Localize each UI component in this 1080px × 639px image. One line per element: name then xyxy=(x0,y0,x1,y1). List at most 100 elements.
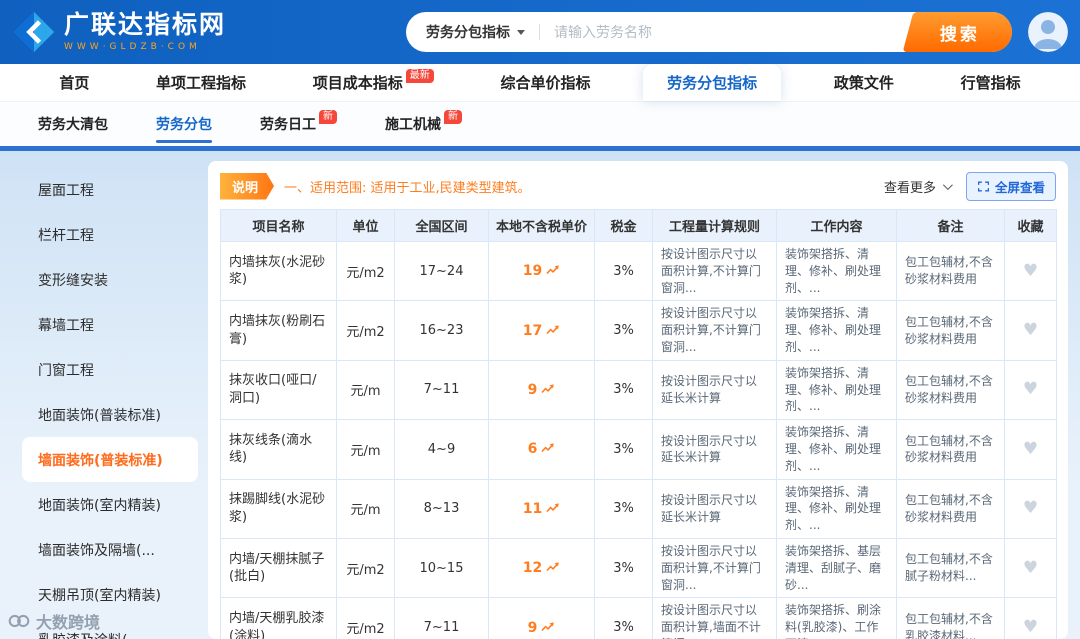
note-cell: 包工包辅材,不含乳胶漆材料... xyxy=(896,597,1005,639)
sidebar-item-2[interactable]: 变形缝安装 xyxy=(8,257,200,302)
sidebar-item-3[interactable]: 幕墙工程 xyxy=(8,302,200,347)
subnav-item-0[interactable]: 劳务大清包 xyxy=(38,102,108,146)
unit-cell: 元/m2 xyxy=(336,240,395,302)
favorite-heart-icon[interactable]: ♥ xyxy=(1023,320,1038,340)
search-bar: 劳务分包指标 搜索 xyxy=(406,12,1012,52)
subnav-item-label: 劳务分包 xyxy=(156,117,212,133)
note-cell: 包工包辅材,不含砂浆材料费用 xyxy=(896,478,1005,539)
notice-text: 一、适用范围: 适用于工业,民建类型建筑。 xyxy=(284,180,531,196)
favorite-heart-icon[interactable]: ♥ xyxy=(1023,558,1038,578)
subnav-item-label: 劳务大清包 xyxy=(38,117,108,133)
fullscreen-label: 全屏查看 xyxy=(994,180,1045,195)
column-header: 单位 xyxy=(336,209,395,242)
sidebar-item-10[interactable]: 乳胶漆及涂料(... xyxy=(8,617,200,639)
calc-rule-cell: 按设计图示尺寸以面积计算,不计算门窗洞... xyxy=(652,300,777,361)
logo-text: 广联达指标网 WWW·GLDZB·COM xyxy=(64,10,227,52)
index-table: 项目名称 单位 全国区间 本地不含税单价 税金 工程量计算规则 工作内容 备注 收藏 内墙抹灰(… xyxy=(220,209,1057,639)
table-row: 抹踢脚线(水泥砂浆) 元/m 8~13 11 3% 按设计图示尺寸以延长米计算 装饰架搭拆、… xyxy=(220,478,1057,539)
unit-cell: 元/m2 xyxy=(336,300,395,361)
work-content-cell: 装饰架搭拆、清理、修补、刷处理剂、... xyxy=(776,240,897,302)
column-header: 本地不含税单价 xyxy=(488,209,595,242)
new-badge: 新 xyxy=(319,110,337,124)
subnav-item-2[interactable]: 劳务日工新 xyxy=(260,102,337,146)
column-header: 工作内容 xyxy=(776,209,897,242)
favorite-heart-icon[interactable]: ♥ xyxy=(1023,498,1038,518)
calc-rule-cell: 按设计图示尺寸以面积计算,墙面不计算门... xyxy=(652,597,777,639)
logo-diamond-icon xyxy=(13,11,55,53)
project-name-cell: 抹灰收口(哑口/洞口) xyxy=(220,359,337,421)
view-more-link[interactable]: 查看更多 xyxy=(883,177,953,196)
favorite-cell: ♥ xyxy=(1004,240,1057,302)
nav-item-4[interactable]: 劳务分包指标 xyxy=(643,64,782,101)
fullscreen-button[interactable]: 全屏查看 xyxy=(965,171,1056,201)
tax-cell: 3% xyxy=(594,597,653,639)
table-row: 抹灰线条(滴水线) 元/m 4~9 6 3% 按设计图示尺寸以延长米计算 装饰架搭拆、清理、… xyxy=(220,419,1057,480)
sidebar-item-1[interactable]: 栏杆工程 xyxy=(8,212,200,257)
price-value: 9 xyxy=(527,619,538,636)
view-more-label: 查看更多 xyxy=(883,180,936,196)
work-content-cell: 装饰架搭拆、清理、修补、刷处理剂、... xyxy=(776,419,897,480)
table-header-row: 项目名称 单位 全国区间 本地不含税单价 税金 工程量计算规则 工作内容 备注 收藏 xyxy=(220,209,1057,242)
national-range-cell: 8~13 xyxy=(394,478,489,539)
national-range-cell: 10~15 xyxy=(394,537,489,599)
work-content-cell: 装饰架搭拆、刷涂料(乳胶漆)、工作面清... xyxy=(776,597,897,639)
local-price-cell: 17 xyxy=(488,300,595,361)
nav-item-5[interactable]: 政策文件 xyxy=(820,64,908,101)
subnav-item-3[interactable]: 施工机械新 xyxy=(385,102,462,146)
work-content-cell: 装饰架搭拆、清理、修补、刷处理剂、... xyxy=(776,359,897,421)
note-cell: 包工包辅材,不含砂浆材料费用 xyxy=(896,240,1005,302)
nav-item-label: 首页 xyxy=(59,74,90,92)
nav-item-label: 劳务分包指标 xyxy=(667,74,758,92)
nav-item-0[interactable]: 首页 xyxy=(45,64,103,101)
sidebar-item-4[interactable]: 门窗工程 xyxy=(8,347,200,392)
table-body: 内墙抹灰(水泥砂浆) 元/m2 17~24 19 3% 按设计图示尺寸以面积计算,不计算门… xyxy=(220,240,1057,639)
favorite-heart-icon[interactable]: ♥ xyxy=(1023,379,1038,399)
favorite-heart-icon[interactable]: ♥ xyxy=(1023,439,1038,459)
category-sidebar: 屋面工程 栏杆工程 变形缝安装 幕墙工程 门窗工程 地面装饰(普装标准) 墙面装饰(普装标准… xyxy=(8,161,200,639)
notice-row: 说明 一、适用范围: 适用于工业,民建类型建筑。 查看更多 全屏查看 xyxy=(220,171,1056,201)
column-header: 全国区间 xyxy=(394,209,489,242)
project-name-cell: 内墙/天棚抹腻子(批白) xyxy=(220,537,337,599)
site-title: 广联达指标网 xyxy=(64,10,227,40)
trend-up-icon xyxy=(541,384,555,394)
user-avatar[interactable] xyxy=(1028,12,1068,52)
nav-item-2[interactable]: 项目成本指标 最新 xyxy=(299,64,448,101)
tax-cell: 3% xyxy=(594,537,653,599)
favorite-heart-icon[interactable]: ♥ xyxy=(1023,617,1038,637)
new-badge: 新 xyxy=(444,110,462,124)
favorite-cell: ♥ xyxy=(1004,597,1057,639)
nav-item-label: 政策文件 xyxy=(833,74,894,92)
price-value: 6 xyxy=(527,441,538,458)
work-content-cell: 装饰架搭拆、清理、修补、刷处理剂、... xyxy=(776,478,897,539)
sidebar-item-7[interactable]: 地面装饰(室内精装) xyxy=(8,482,200,527)
sidebar-item-6[interactable]: 墙面装饰(普装标准) xyxy=(22,437,198,482)
price-value: 12 xyxy=(522,560,543,577)
tax-cell: 3% xyxy=(594,359,653,421)
nav-item-1[interactable]: 单项工程指标 xyxy=(142,64,260,101)
national-range-cell: 17~24 xyxy=(394,240,489,302)
project-name-cell: 内墙抹灰(水泥砂浆) xyxy=(220,240,337,302)
search-category-dropdown[interactable]: 劳务分包指标 xyxy=(406,22,539,42)
search-button[interactable]: 搜索 xyxy=(902,12,1012,52)
tax-cell: 3% xyxy=(594,419,653,480)
local-price-cell: 19 xyxy=(488,240,595,302)
subnav-item-1[interactable]: 劳务分包 xyxy=(156,102,212,146)
sidebar-item-5[interactable]: 地面装饰(普装标准) xyxy=(8,392,200,437)
nav-item-6[interactable]: 行管指标 xyxy=(947,64,1035,101)
sidebar-item-0[interactable]: 屋面工程 xyxy=(8,167,200,212)
favorite-heart-icon[interactable]: ♥ xyxy=(1023,261,1038,281)
unit-cell: 元/m2 xyxy=(336,537,395,599)
price-value: 11 xyxy=(522,500,543,517)
expand-icon xyxy=(977,181,990,191)
price-value: 17 xyxy=(522,322,543,339)
person-icon xyxy=(1028,12,1068,52)
project-name-cell: 抹踢脚线(水泥砂浆) xyxy=(220,478,337,539)
nav-item-3[interactable]: 综合单价指标 xyxy=(486,64,604,101)
site-logo[interactable]: 广联达指标网 WWW·GLDZB·COM xyxy=(12,10,226,54)
table-row: 内墙/天棚抹腻子(批白) 元/m2 10~15 12 3% 按设计图示尺寸以面积计算,不计… xyxy=(220,537,1057,599)
work-content-cell: 装饰架搭拆、清理、修补、刷处理剂、... xyxy=(776,300,897,361)
site-subtitle: WWW·GLDZB·COM xyxy=(64,41,201,52)
sidebar-item-9[interactable]: 天棚吊顶(室内精装) xyxy=(8,572,200,617)
sidebar-item-8[interactable]: 墙面装饰及隔墙(... xyxy=(8,527,200,572)
new-badge: 最新 xyxy=(405,68,434,83)
